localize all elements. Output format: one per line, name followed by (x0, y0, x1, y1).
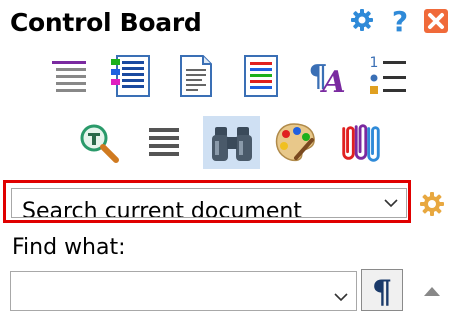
colored-list-icon (111, 55, 150, 97)
attachments-button[interactable] (337, 119, 385, 167)
paragraph-lines-icon (52, 61, 86, 92)
numbered-list-icon: 1 (370, 55, 406, 94)
expand-panel-button[interactable] (420, 282, 444, 302)
find-button[interactable] (203, 116, 260, 169)
find-history-dropdown-arrow[interactable] (326, 272, 356, 310)
palette-button[interactable] (271, 119, 319, 167)
colored-document-icon (244, 55, 278, 97)
numbered-list-button[interactable]: 1 (364, 52, 412, 100)
gear-icon (351, 9, 373, 31)
binoculars-icon (211, 126, 252, 161)
find-what-input[interactable] (10, 271, 357, 311)
find-what-label: Find what: (12, 235, 126, 260)
special-characters-button[interactable]: ¶ (361, 269, 403, 311)
justify-button[interactable] (140, 119, 188, 167)
document-text-icon (180, 55, 212, 97)
help-button[interactable]: ? (388, 5, 412, 38)
pilcrow-font-icon: ¶ A (308, 59, 345, 98)
search-scope-dropdown-arrow[interactable] (376, 189, 406, 217)
gear-icon (420, 192, 444, 216)
svg-text:1: 1 (370, 55, 379, 71)
styles-list-button[interactable] (106, 52, 154, 100)
search-scope-dropdown[interactable]: Search current document (11, 188, 407, 218)
colored-document-button[interactable] (237, 52, 285, 100)
character-format-button[interactable]: ¶ A (302, 52, 350, 100)
justify-lines-icon (149, 128, 179, 156)
paperclips-icon (342, 124, 380, 162)
close-button[interactable] (423, 8, 448, 33)
search-options-button[interactable] (418, 190, 446, 218)
chevron-up-icon (424, 287, 440, 296)
panel-title: Control Board (10, 8, 202, 37)
svg-text:?: ? (392, 8, 408, 34)
document-view-button[interactable] (172, 52, 220, 100)
chevron-down-icon (384, 199, 398, 208)
chevron-down-icon (334, 293, 348, 302)
svg-text:A: A (319, 65, 345, 98)
magnifier-icon (80, 124, 119, 163)
settings-button[interactable] (350, 8, 374, 32)
palette-icon (275, 123, 315, 162)
search-scope-value: Search current document (22, 199, 302, 218)
zoom-button[interactable] (75, 119, 123, 167)
paragraph-format-button[interactable] (45, 52, 93, 100)
question-mark-icon: ? (392, 5, 408, 38)
close-icon (424, 9, 448, 33)
